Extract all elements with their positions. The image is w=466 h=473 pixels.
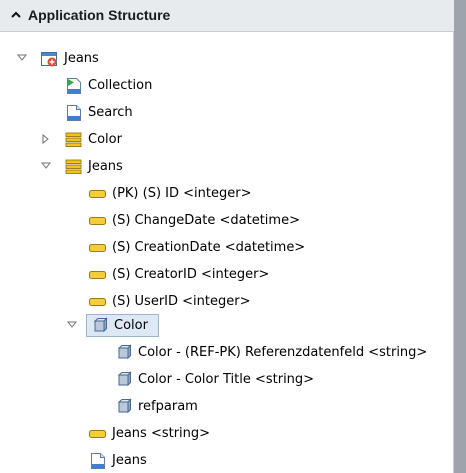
reference-icon [117,344,132,360]
field-icon [89,217,106,225]
tree-item-label: (S) CreatorID <integer> [112,267,270,282]
field-icon [89,244,106,252]
panel-title: Application Structure [28,7,171,23]
tree-item-field[interactable]: (S) CreationDate <datetime> [0,237,454,259]
tree-item-field[interactable]: Jeans <string> [0,423,454,445]
reference-icon [117,371,132,387]
reference-icon [117,398,132,414]
field-icon [89,271,106,279]
collapse-up-icon[interactable] [9,8,23,22]
tree-item-jeans-page[interactable]: Jeans [0,450,454,472]
tree-item-reference-field[interactable]: refparam [0,396,454,418]
tree-item-label: Color [88,132,122,147]
tree-item-label: Color - (REF-PK) Referenzdatenfeld <stri… [138,345,428,360]
database-table-icon [65,159,82,174]
tree-item-color-reference[interactable]: Color [0,315,454,337]
tree-item-label: (S) UserID <integer> [112,294,251,309]
page-view-icon [91,453,105,469]
tree-item-reference-field[interactable]: Color - (REF-PK) Referenzdatenfeld <stri… [0,342,454,364]
expanded-toggle-icon[interactable] [40,160,52,172]
panel-splitter[interactable] [454,0,466,473]
tree-item-label: Jeans [64,51,99,66]
field-icon [89,190,106,198]
database-table-icon [65,132,82,147]
tree-item-reference-field[interactable]: Color - Color Title <string> [0,369,454,391]
tree-item-label: Jeans [88,159,123,174]
tree-item-label: Collection [88,78,153,93]
tree-item-label: Color [114,318,148,333]
tree-item-label: (S) ChangeDate <datetime> [112,213,300,228]
panel-header[interactable]: Application Structure [0,0,454,32]
tree-item-collection[interactable]: Collection [0,75,454,97]
tree-item-field[interactable]: (S) UserID <integer> [0,291,454,313]
tree-item-field[interactable]: (S) ChangeDate <datetime> [0,210,454,232]
tree-item-label: refparam [138,399,198,414]
field-icon [89,430,106,438]
tree-item-label: (PK) (S) ID <integer> [112,186,252,201]
collapsed-toggle-icon[interactable] [40,133,52,145]
page-view-icon [67,105,81,121]
expanded-toggle-icon[interactable] [66,319,78,331]
tree-item-label: Jeans [112,453,147,468]
tree-item-label: Search [88,105,133,120]
field-icon [89,298,106,306]
expanded-toggle-icon[interactable] [16,52,28,64]
tree-item-field[interactable]: (S) CreatorID <integer> [0,264,454,286]
tree-item-field[interactable]: (PK) (S) ID <integer> [0,183,454,205]
reference-icon [93,317,108,333]
collection-view-icon [67,78,81,94]
application-icon [41,52,57,67]
tree-item-jeans-datasource[interactable]: Jeans [0,156,454,178]
tree-item-color-datasource[interactable]: Color [0,129,454,151]
tree-item-label: Color - Color Title <string> [138,372,315,387]
application-structure-panel: Application Structure Jeans Collection S… [0,0,454,473]
tree-item-search[interactable]: Search [0,102,454,124]
tree-item-jeans-app[interactable]: Jeans [0,48,454,70]
tree-item-label: Jeans <string> [112,426,211,441]
tree-item-label: (S) CreationDate <datetime> [112,240,306,255]
